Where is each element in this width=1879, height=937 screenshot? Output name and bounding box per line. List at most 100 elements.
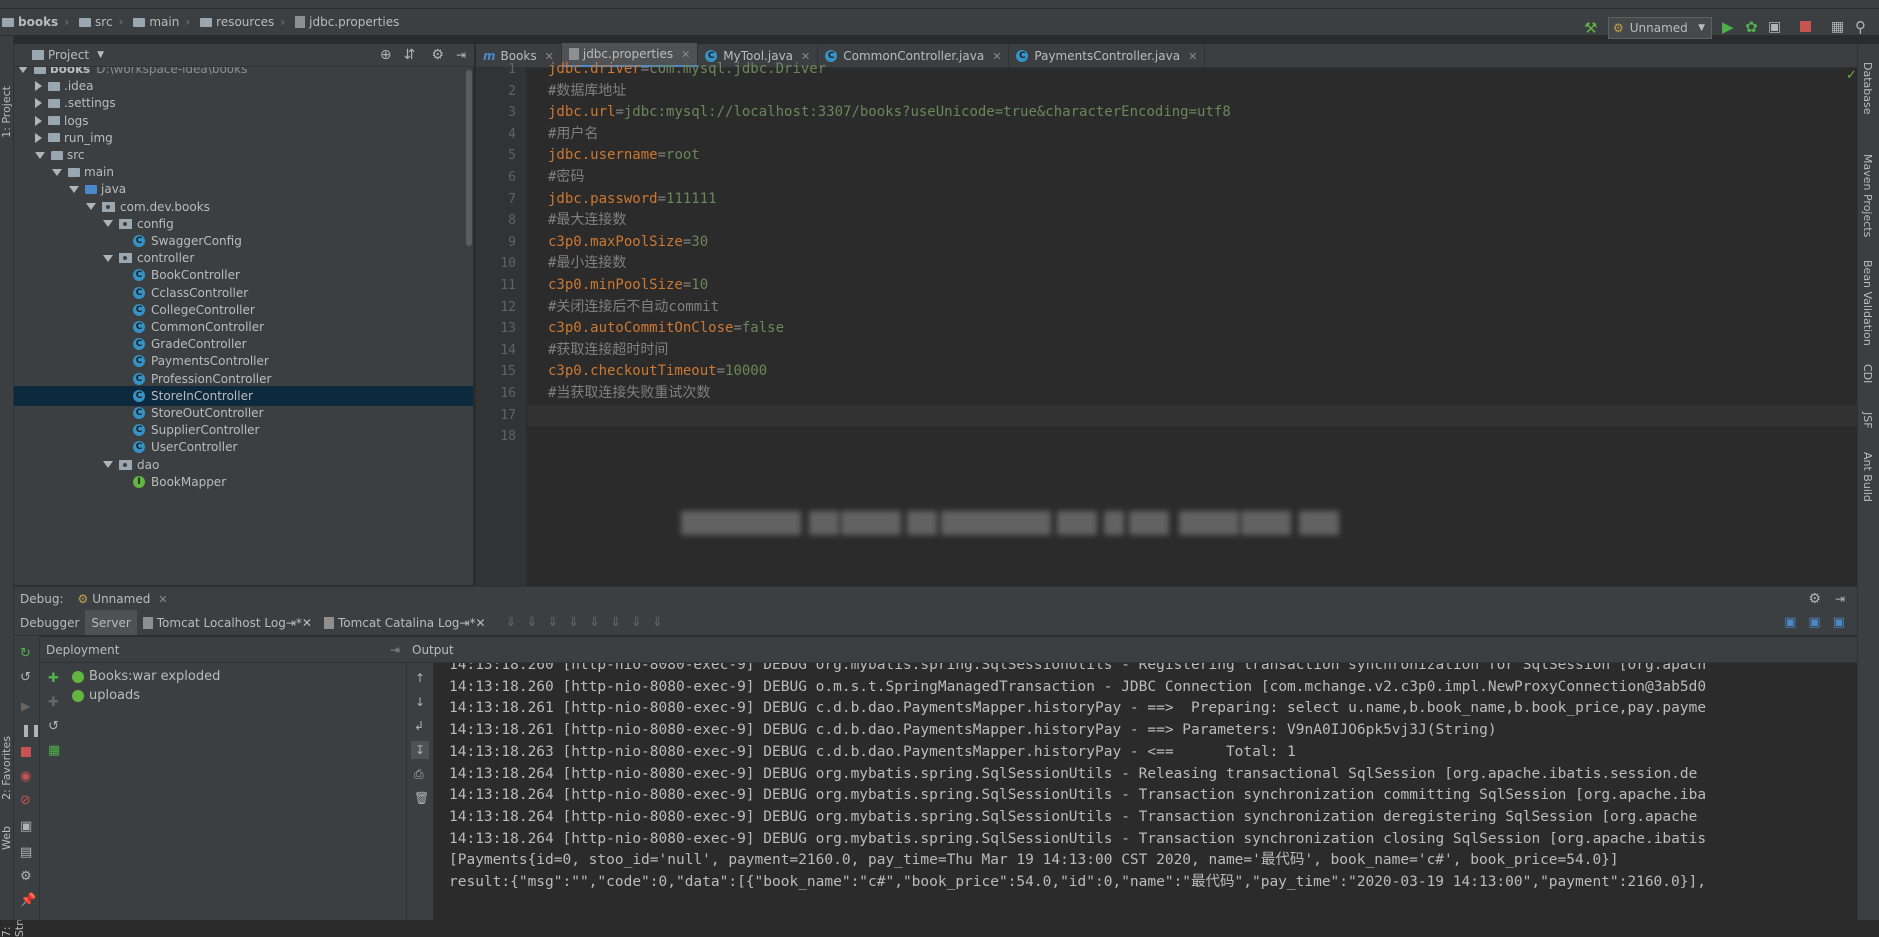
code-line: #最大连接数	[548, 210, 626, 232]
breadcrumb-item[interactable]: resources ›	[200, 15, 285, 29]
arrow-up-icon[interactable]: ↑	[415, 671, 425, 685]
tree-scrollbar[interactable]	[466, 70, 472, 246]
editor-tab-label: PaymentsController.java	[1034, 49, 1181, 63]
code-editor[interactable]: jdbc.driver=com.mysql.jdbc.Driver #数据库地址 j…	[527, 61, 1857, 586]
expanded-arrow-icon[interactable]	[103, 254, 113, 262]
settings-icon[interactable]: ⚙	[20, 869, 32, 884]
pin-icon[interactable]: ⇥*	[286, 616, 302, 630]
editor-tab[interactable]: C CommonController.java ✕	[818, 45, 1010, 67]
expanded-arrow-icon[interactable]	[18, 67, 28, 73]
locate-icon[interactable]: ⊕	[380, 47, 392, 63]
coverage-icon[interactable]: ▣	[1768, 19, 1781, 35]
deployment-item[interactable]: uploads	[72, 686, 220, 705]
close-icon[interactable]: ✕	[475, 616, 485, 630]
artifacts-icon[interactable]: ▦	[48, 743, 60, 758]
pin-icon[interactable]: 📌	[20, 893, 36, 908]
deploy-icon[interactable]: ✚	[48, 671, 59, 686]
layout-icon[interactable]: ▤	[20, 845, 32, 860]
stop-icon[interactable]	[21, 747, 31, 757]
stop-icon[interactable]	[1800, 21, 1811, 32]
project-tool-button[interactable]: 1: Project	[0, 86, 13, 138]
favorites-tool-button[interactable]: 2: Favorites	[0, 736, 13, 800]
build-icon[interactable]: ⚒	[1584, 19, 1597, 37]
collapsed-arrow-icon[interactable]	[35, 132, 42, 143]
project-structure-icon[interactable]: ▦	[1831, 19, 1844, 35]
expanded-arrow-icon[interactable]	[103, 461, 113, 469]
tool-button-bean-validation[interactable]: Bean Validation	[1861, 260, 1874, 346]
web-tool-button[interactable]: Web	[0, 826, 13, 850]
deployment-list: ✚ ✚ ↺ ▦ Books:war exploded uploads	[40, 663, 406, 920]
mute-breakpoints-icon[interactable]: ⊘	[20, 793, 31, 808]
debug-tab[interactable]: Server	[85, 610, 137, 635]
pin-icon[interactable]: ⇥*	[459, 616, 475, 630]
print-icon[interactable]: ⎙	[414, 767, 424, 782]
camera-icon[interactable]: ▣	[20, 819, 32, 834]
step-over-icon[interactable]: ⇓	[506, 615, 517, 630]
line-number: 14	[500, 342, 516, 358]
breadcrumb-item[interactable]: books ›	[2, 15, 69, 29]
restore-layout-icon[interactable]: ▣	[1784, 615, 1796, 630]
search-everywhere-icon[interactable]: ⚲	[1855, 18, 1866, 36]
drop-frame-icon[interactable]: ⇓	[589, 615, 600, 630]
refresh-icon[interactable]: ↺	[48, 719, 59, 734]
settings-icon[interactable]: ▣	[1833, 615, 1845, 630]
tool-button-ant-build[interactable]: Ant Build	[1861, 452, 1874, 502]
run-to-cursor-icon[interactable]: ⇓	[610, 615, 621, 630]
tool-button-cdi[interactable]: CDI	[1861, 364, 1874, 383]
debug-tab[interactable]: Tomcat Localhost Log ⇥* ✕	[137, 610, 318, 635]
soft-wrap-icon[interactable]: ↲	[414, 719, 424, 733]
debug-icon[interactable]: ✿	[1745, 18, 1758, 36]
collapsed-arrow-icon[interactable]	[35, 115, 42, 126]
run-icon[interactable]: ▶	[1722, 18, 1734, 36]
grid-icon[interactable]: ⇓	[652, 615, 663, 630]
close-icon[interactable]: ✕	[158, 593, 167, 606]
arrow-down-icon[interactable]: ↓	[415, 695, 425, 709]
resume-icon[interactable]: ▶	[21, 699, 30, 713]
run-configuration-select[interactable]: ⚙ Unnamed ▼	[1608, 17, 1712, 39]
update-icon[interactable]: ↺	[20, 670, 31, 685]
expanded-arrow-icon[interactable]	[52, 168, 62, 176]
breadcrumb-item[interactable]: jdbc.properties	[295, 15, 399, 29]
step-out-icon[interactable]: ⇓	[568, 615, 579, 630]
memory-icon[interactable]: ▣	[1808, 615, 1820, 630]
close-icon[interactable]: ✕	[992, 50, 1001, 63]
expanded-arrow-icon[interactable]	[35, 151, 45, 159]
close-icon[interactable]: ✕	[1188, 50, 1197, 63]
gear-icon[interactable]: ⚙	[1808, 591, 1821, 607]
deployment-item[interactable]: Books:war exploded	[72, 667, 220, 686]
editor-tab[interactable]: C PaymentsController.java ✕	[1009, 45, 1206, 67]
close-icon[interactable]: ✕	[302, 616, 312, 630]
gear-icon[interactable]: ⚙	[431, 47, 444, 63]
debug-tab[interactable]: Tomcat Catalina Log ⇥* ✕	[318, 610, 492, 635]
step-into-icon[interactable]: ⇓	[526, 615, 537, 630]
hide-panel-icon[interactable]: ⇥	[456, 48, 466, 62]
scroll-to-end-icon[interactable]: ↧	[411, 741, 429, 759]
collapsed-arrow-icon[interactable]	[35, 81, 42, 92]
expanded-arrow-icon[interactable]	[69, 185, 79, 193]
console-output[interactable]: 14:13:18.260 [http-nio-8080-exec-9] DEBU…	[433, 663, 1857, 920]
rerun-icon[interactable]: ↻	[20, 646, 31, 661]
collapsed-arrow-icon[interactable]	[35, 98, 42, 109]
chevron-down-icon[interactable]: ▼	[97, 50, 104, 60]
view-breakpoints-icon[interactable]: ◉	[20, 769, 31, 784]
expanded-arrow-icon[interactable]	[86, 203, 96, 211]
tool-button-maven-projects[interactable]: Maven Projects	[1861, 154, 1874, 237]
tool-button-database[interactable]: Database	[1861, 62, 1874, 115]
expanded-arrow-icon[interactable]	[103, 220, 113, 228]
breadcrumb-item[interactable]: src ›	[79, 15, 123, 29]
expand-icon[interactable]: ⇥	[390, 643, 400, 657]
force-step-into-icon[interactable]: ⇓	[547, 615, 558, 630]
trash-icon[interactable]: 🗑	[414, 791, 429, 805]
tree-node[interactable]: I BookMapper	[14, 472, 473, 492]
project-panel-title[interactable]: Project	[48, 48, 89, 62]
debug-tab[interactable]: Debugger	[14, 610, 85, 635]
undeploy-icon[interactable]: ✚	[48, 695, 59, 710]
debug-config-tab[interactable]: Unnamed	[92, 592, 150, 606]
pause-icon[interactable]: ❚❚	[21, 723, 41, 737]
code-line: c3p0.autoCommitOnClose=false	[548, 318, 784, 340]
evaluate-icon[interactable]: ⇓	[631, 615, 642, 630]
collapse-all-icon[interactable]: ⇵	[404, 47, 416, 63]
breadcrumb-item[interactable]: main ›	[133, 15, 190, 29]
tool-button-jsf[interactable]: JSF	[1861, 412, 1874, 429]
hide-panel-icon[interactable]: ⇥	[1835, 592, 1845, 606]
